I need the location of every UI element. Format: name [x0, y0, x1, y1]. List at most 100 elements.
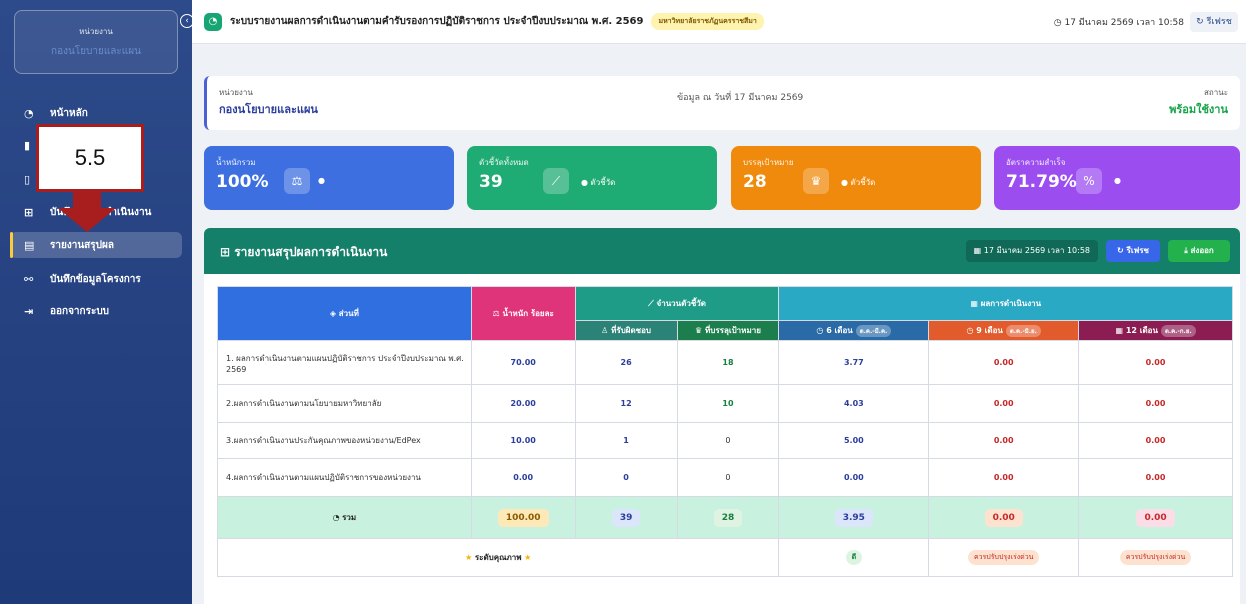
export-button[interactable]: ⤓ ส่งออก: [1168, 240, 1230, 262]
pie-chart-icon: ◔: [332, 513, 343, 522]
quality-9m: ควรปรับปรุงเร่งด่วน: [967, 550, 1040, 565]
card-success-rate-value: 71.79%: [1006, 172, 1077, 192]
callout-arrow-head: [58, 208, 116, 232]
card-total-weight: น้ำหนักรวม 100% ⚖ ●: [204, 146, 454, 210]
row-6m: 3.77: [778, 340, 930, 385]
summary-panel-body: ◈ ส่วนที่ ⚖ น้ำหนัก ร้อยละ ⟋ จำนวนตัวชี้…: [204, 274, 1240, 604]
nav-summary-report[interactable]: ▤ รายงานสรุปผล: [10, 232, 182, 258]
row-12m: 0.00: [1078, 458, 1233, 497]
app: หน่วยงาน กองนโยบายและแผน ‹ ◔ หน้าหลัก ▮ …: [0, 0, 1246, 604]
th-6-text: 6 เดือน: [826, 326, 853, 335]
line-chart-icon: ⟋: [543, 168, 569, 194]
th-responsible: ♙ ที่รับผิดชอบ: [574, 320, 678, 341]
nav-logout[interactable]: ⇥ ออกจากระบบ: [10, 298, 182, 324]
card-total-kpi-sub-text: ตัวชี้วัด: [590, 178, 616, 187]
calendar-icon: ▦: [973, 246, 984, 255]
row-responsible: 0: [574, 458, 678, 497]
calendar-icon: ▦: [970, 299, 981, 308]
total-label: ◔ รวม: [217, 496, 472, 539]
card-achieved: บรรลุเป้าหมาย 28 ♛ ● ตัวชี้วัด: [731, 146, 981, 210]
row-weight: 10.00: [470, 422, 576, 459]
th-9-months: ◷ 9 เดือน ต.ค.-มิ.ย.: [928, 320, 1080, 341]
unit-info-card: หน่วยงาน กองนโยบายและแผน ข้อมูล ณ วันที่…: [204, 76, 1240, 130]
total-row: ◔ รวม 100.00 39 28 3.95 0.00 0.00: [217, 496, 1233, 539]
info-unit-name: กองนโยบายและแผน: [219, 103, 318, 116]
info-dot-icon: ●: [1114, 176, 1121, 185]
total-6m-cell: 3.95: [778, 496, 930, 539]
card-total-kpi-label: ตัวชี้วัดทั้งหมด: [479, 158, 529, 167]
info-date: ข้อมูล ณ วันที่ 17 มีนาคม 2569: [677, 93, 804, 103]
summary-panel-title: ⊞ รายงานสรุปผลการดำเนินงาน: [220, 243, 387, 262]
line-chart-icon: ⟋: [648, 299, 657, 308]
th-result: ▦ ผลการดำเนินงาน: [778, 286, 1233, 321]
row-responsible: 26: [574, 340, 678, 385]
nav-project-data[interactable]: ⚯ บันทึกข้อมูลโครงการ: [10, 266, 182, 292]
card-achieved-value: 28: [743, 172, 767, 192]
unit-label: หน่วยงาน: [79, 27, 113, 36]
row-achieved: 10: [676, 384, 780, 423]
th-kpi: ⟋ จำนวนตัวชี้วัด: [574, 286, 780, 321]
th-kpi-text: จำนวนตัวชี้วัด: [656, 299, 706, 308]
quality-12m: ควรปรับปรุงเร่งด่วน: [1119, 550, 1192, 565]
quality-label-text: ระดับคุณภาพ: [474, 553, 522, 562]
nav-home[interactable]: ◔ หน้าหลัก: [10, 100, 182, 126]
star-icon: ★: [521, 553, 532, 562]
chart-pie-icon: ◔: [204, 12, 222, 31]
file-report-icon: ▤: [24, 238, 35, 252]
table-row: 4.ผลการดำเนินงานตามแผนปฏิบัติราชการของหน…: [217, 458, 1233, 497]
card-total-kpi-value: 39: [479, 172, 503, 192]
quality-12m-cell: ควรปรับปรุงเร่งด่วน: [1078, 538, 1233, 577]
th-section-text: ส่วนที่: [338, 309, 359, 318]
user-icon: ♙: [601, 326, 612, 335]
th-weight: ⚖ น้ำหนัก ร้อยละ: [470, 286, 576, 341]
total-responsible-cell: 39: [574, 496, 678, 539]
step-callout: 5.5: [36, 124, 144, 192]
refresh-icon: ↻: [1196, 16, 1207, 27]
refresh-button[interactable]: ↻ รีเฟรช: [1190, 11, 1238, 32]
th-12-months: ▦ 12 เดือน ต.ค.-ก.ย.: [1078, 320, 1233, 341]
quality-6m: ดี: [845, 550, 863, 565]
th-weight-text: น้ำหนัก ร้อยละ: [502, 309, 554, 318]
table-icon: ⊞: [220, 245, 235, 259]
th-9-tag: ต.ค.-มิ.ย.: [1005, 325, 1041, 337]
panel-refresh-button[interactable]: ↻ รีเฟรช: [1106, 240, 1160, 262]
table-row: 3.ผลการดำเนินงานประกันคุณภาพของหน่วยงาน/…: [217, 422, 1233, 459]
nav-project-data-label: บันทึกข้อมูลโครงการ: [50, 273, 141, 285]
th-9-text: 9 เดือน: [976, 326, 1003, 335]
row-achieved: 0: [676, 422, 780, 459]
percent-icon: %: [1076, 168, 1102, 194]
row-responsible: 1: [574, 422, 678, 459]
university-badge: มหาวิทยาลัยราชภัฏนครราชสีมา: [651, 13, 764, 30]
row-12m: 0.00: [1078, 340, 1233, 385]
clock-icon: ◷: [1053, 17, 1065, 28]
layers-icon: ◈: [329, 309, 339, 318]
refresh-button-label: รีเฟรช: [1206, 16, 1232, 27]
quality-6m-cell: ดี: [778, 538, 930, 577]
row-weight: 0.00: [470, 458, 576, 497]
summary-panel-title-text: รายงานสรุปผลการดำเนินงาน: [234, 245, 388, 259]
total-achieved: 28: [713, 508, 743, 527]
row-6m: 0.00: [778, 458, 930, 497]
unit-box: หน่วยงาน กองนโยบายและแผน: [14, 10, 178, 74]
nav-home-label: หน้าหลัก: [50, 107, 88, 119]
unit-name: กองนโยบายและแผน: [51, 46, 141, 57]
total-weight-cell: 100.00: [470, 496, 576, 539]
card-achieved-sub: ● ตัวชี้วัด: [841, 178, 876, 187]
card-total-kpi: ตัวชี้วัดทั้งหมด 39 ⟋ ● ตัวชี้วัด: [467, 146, 717, 210]
app-title: ระบบรายงานผลการดำเนินงานตามคำรับรองการปฏ…: [230, 16, 644, 27]
card-achieved-label: บรรลุเป้าหมาย: [743, 158, 794, 167]
clock-icon: ◷: [966, 326, 977, 335]
current-time-text: 17 มีนาคม 2569 เวลา 10:58: [1064, 17, 1184, 28]
th-6-months: ◷ 6 เดือน ต.ค.-มี.ค.: [778, 320, 930, 341]
topbar: ◔ ระบบรายงานผลการดำเนินงานตามคำรับรองการ…: [192, 0, 1246, 44]
card-success-rate: อัตราความสำเร็จ 71.79% % ●: [994, 146, 1240, 210]
nav-summary-report-label: รายงานสรุปผล: [50, 239, 114, 251]
row-6m: 4.03: [778, 384, 930, 423]
table-row: 2.ผลการดำเนินงานตามนโยบายมหาวิทยาลัย 20.…: [217, 384, 1233, 423]
total-6m: 3.95: [834, 508, 873, 527]
row-12m: 0.00: [1078, 384, 1233, 423]
row-9m: 0.00: [928, 384, 1080, 423]
row-name: 3.ผลการดำเนินงานประกันคุณภาพของหน่วยงาน/…: [217, 422, 472, 459]
summary-panel-header: ⊞ รายงานสรุปผลการดำเนินงาน ▦ 17 มีนาคม 2…: [204, 228, 1240, 274]
current-time: ◷ 17 มีนาคม 2569 เวลา 10:58: [1054, 15, 1184, 29]
